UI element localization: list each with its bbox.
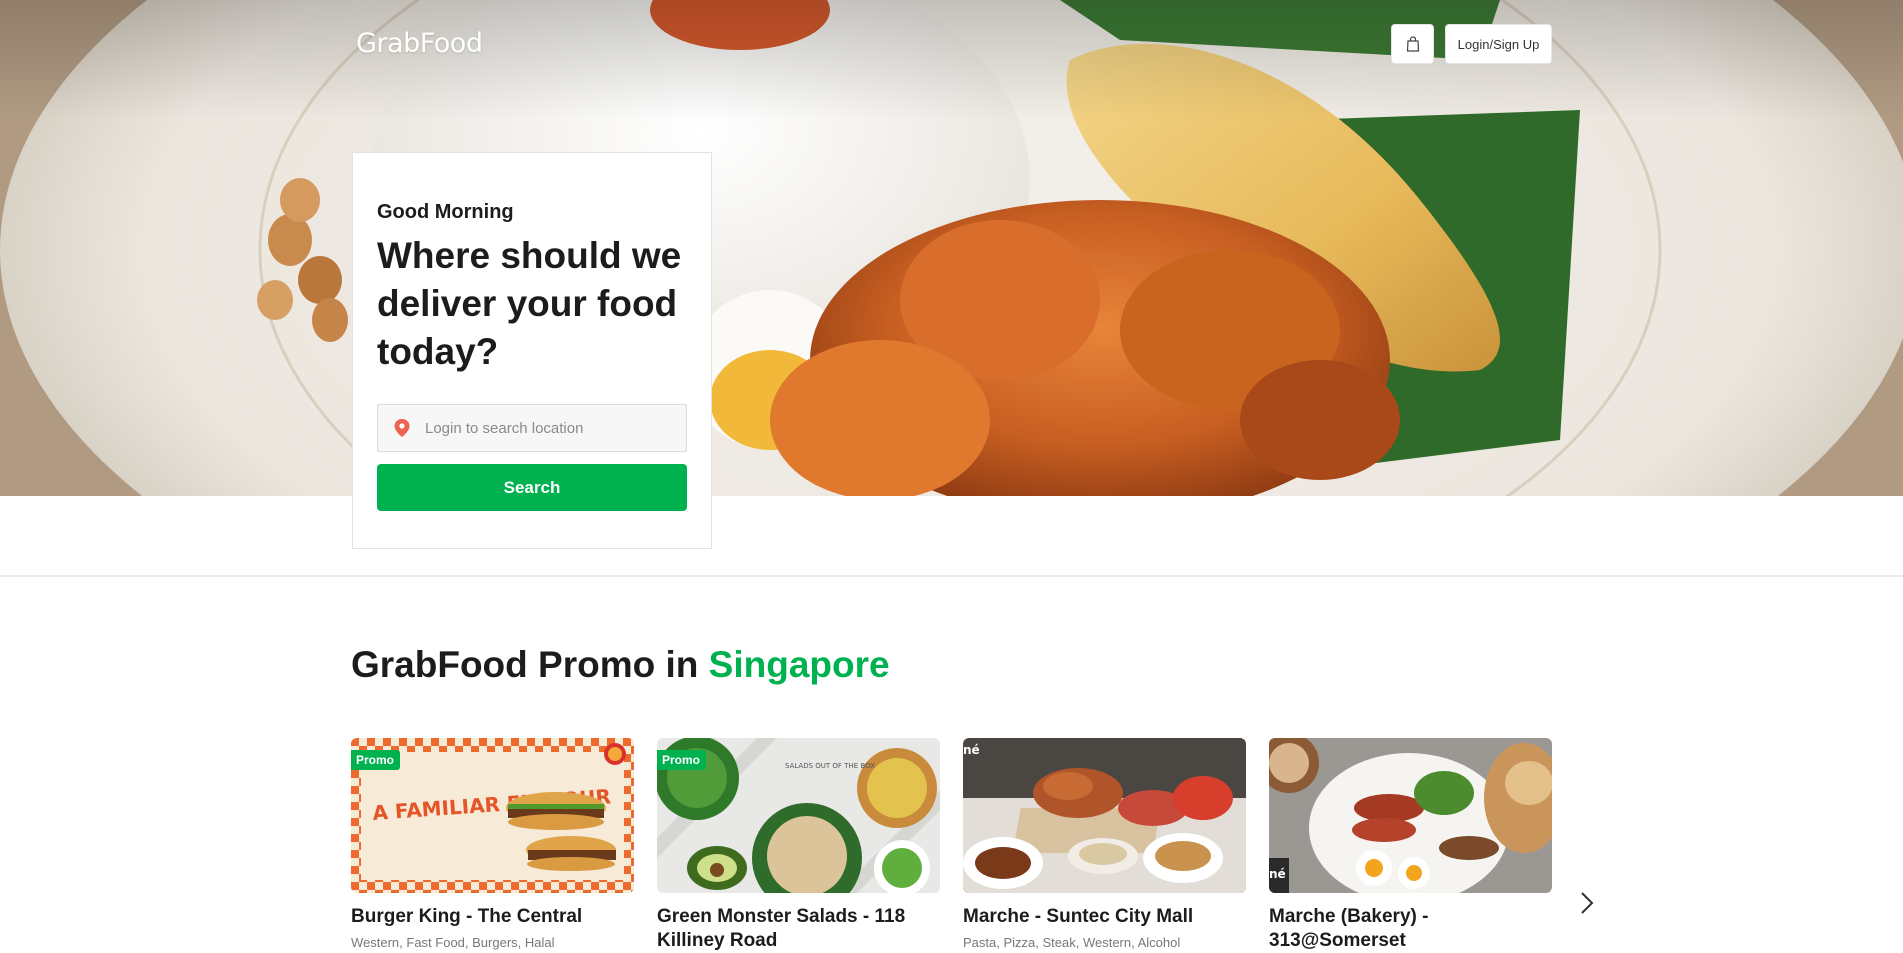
restaurant-image[interactable]: SALADS OUT OF THE BOX Promo	[657, 738, 940, 893]
restaurant-card[interactable]: SALADS OUT OF THE BOX Promo Green Monste…	[657, 738, 940, 953]
delivery-search-card: Good Morning Where should we deliver you…	[352, 152, 712, 549]
restaurant-cuisine: Western, Fast Food, Burgers, Halal	[351, 935, 555, 950]
shopping-bag-icon	[1406, 36, 1419, 52]
top-navigation: GrabFood Login/Sign Up	[0, 0, 1903, 90]
promo-image-text: SALADS OUT OF THE BOX	[785, 762, 875, 770]
promo-title-prefix: GrabFood Promo in	[351, 644, 709, 685]
promo-badge: Promo	[351, 750, 401, 770]
location-search-input[interactable]	[425, 419, 675, 437]
promo-badge: Promo	[657, 750, 707, 770]
promo-section-title: GrabFood Promo in Singapore	[351, 644, 890, 686]
restaurant-name[interactable]: Burger King - The Central	[351, 905, 634, 929]
restaurant-name[interactable]: Marche - Suntec City Mall	[963, 905, 1246, 929]
restaurant-card[interactable]: né Marche (Bakery) - 313@Somerset	[1269, 738, 1552, 953]
grabfood-logo[interactable]: GrabFood	[356, 28, 483, 59]
promo-title-city: Singapore	[708, 644, 890, 685]
location-pin-icon	[391, 417, 413, 439]
restaurant-image[interactable]: A FAMILIAR FLAVOUR Promo	[351, 738, 634, 893]
chevron-right-icon	[1581, 892, 1594, 914]
restaurant-cuisine: Pasta, Pizza, Steak, Western, Alcohol	[963, 935, 1181, 950]
restaurant-name[interactable]: Green Monster Salads - 118 Killiney Road	[657, 905, 940, 953]
promo-restaurant-list: A FAMILIAR FLAVOUR Promo Burger King - T…	[351, 738, 1651, 953]
headline-text: Where should we deliver your food today?	[377, 235, 682, 372]
restaurant-card[interactable]: A FAMILIAR FLAVOUR Promo Burger King - T…	[351, 738, 634, 950]
login-signup-button[interactable]: Login/Sign Up	[1445, 24, 1552, 64]
section-divider	[0, 575, 1903, 577]
hero-banner: GrabFood Login/Sign Up	[0, 0, 1903, 496]
restaurant-image[interactable]: né	[963, 738, 1246, 893]
restaurant-name[interactable]: Marche (Bakery) - 313@Somerset	[1269, 905, 1552, 953]
search-button[interactable]: Search	[377, 464, 687, 511]
svg-text:né: né	[1269, 867, 1286, 881]
carousel-next-button[interactable]	[1572, 888, 1602, 918]
restaurant-image[interactable]: né	[1269, 738, 1552, 893]
greeting-text: Good Morning	[377, 201, 514, 223]
cart-button[interactable]	[1391, 24, 1434, 64]
location-field[interactable]	[377, 404, 687, 452]
svg-text:né: né	[963, 743, 980, 757]
restaurant-card[interactable]: né Marche - Suntec City Mall Pasta, Pizz…	[963, 738, 1246, 950]
